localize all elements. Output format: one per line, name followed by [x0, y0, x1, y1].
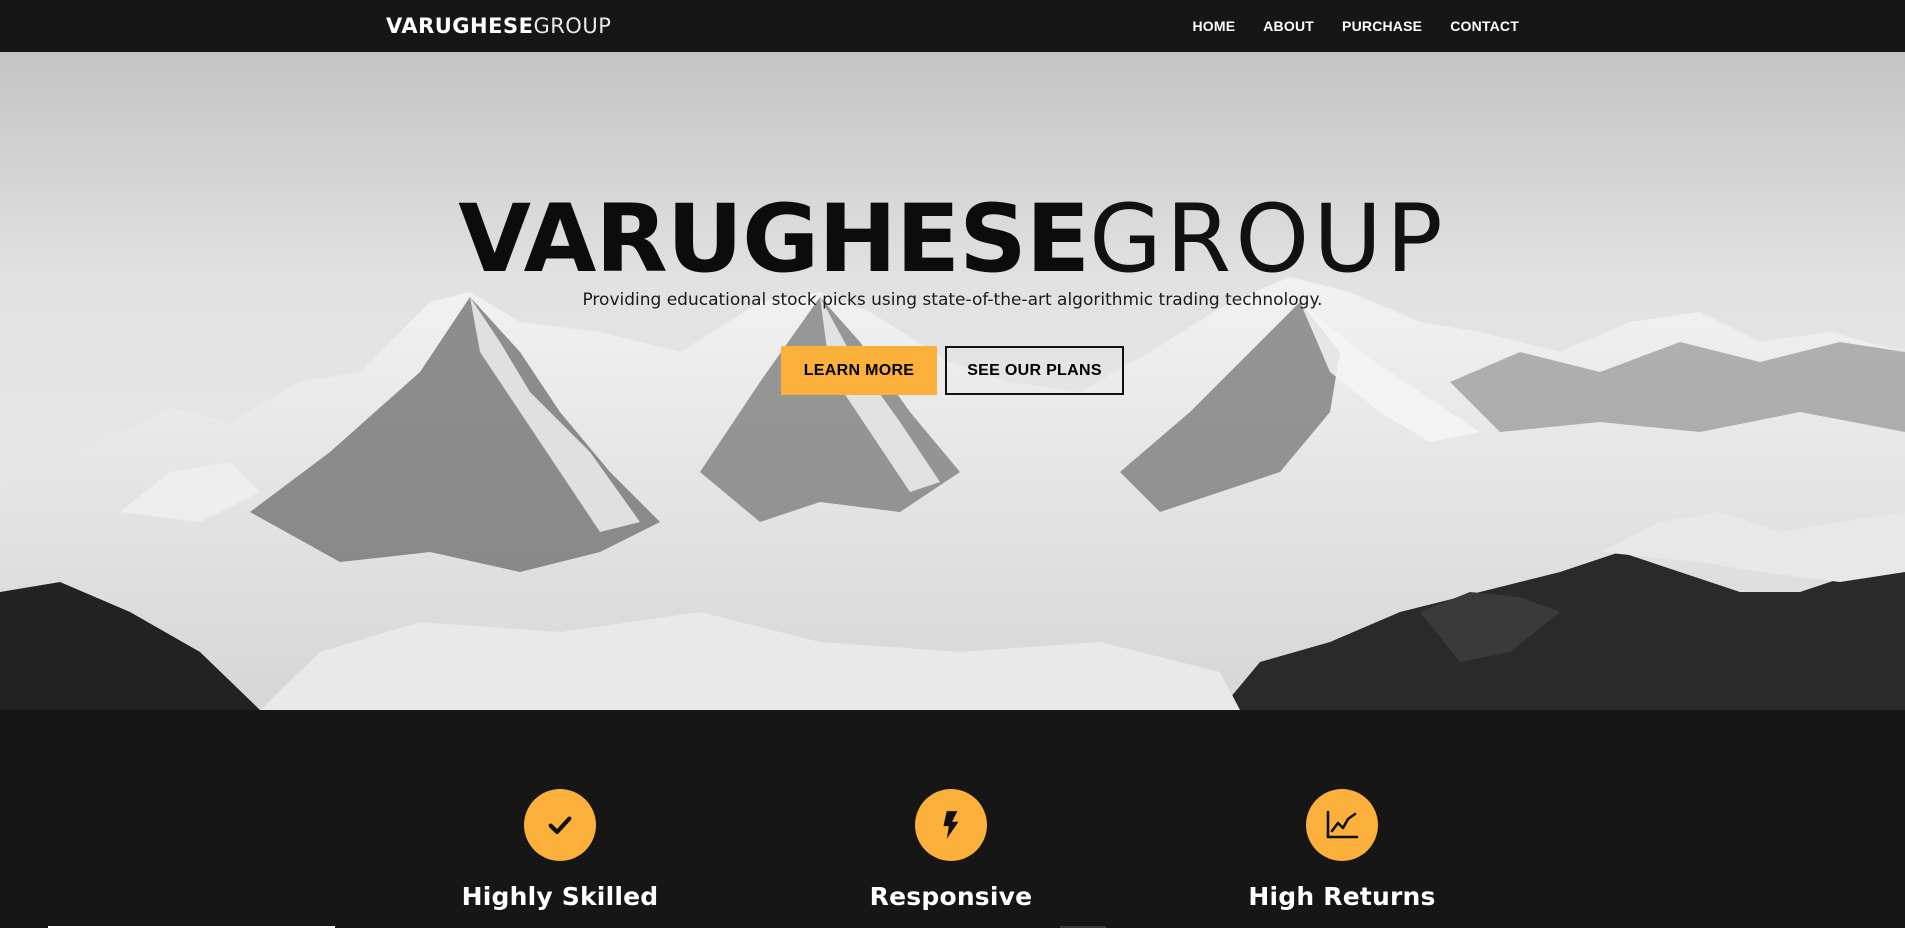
see-our-plans-button[interactable]: SEE OUR PLANS	[945, 346, 1124, 395]
feature-responsive: Responsive	[801, 789, 1101, 911]
check-icon	[524, 789, 596, 861]
hero-section: VARUGHESEGROUP Providing educational sto…	[0, 52, 1905, 710]
top-navbar: VARUGHESEGROUP HOME ABOUT PURCHASE CONTA…	[0, 0, 1905, 52]
chart-line-icon	[1306, 789, 1378, 861]
brand-logo[interactable]: VARUGHESEGROUP	[386, 14, 611, 38]
hero-title-light: GROUP	[1089, 185, 1447, 294]
brand-name-light: GROUP	[533, 14, 612, 38]
main-nav: HOME ABOUT PURCHASE CONTACT	[1192, 0, 1519, 52]
feature-title: High Returns	[1248, 882, 1436, 911]
features-section: Highly Skilled Responsive High Returns	[0, 710, 1905, 928]
feature-title: Highly Skilled	[461, 882, 659, 911]
learn-more-button[interactable]: LEARN MORE	[781, 346, 937, 395]
hero-title-bold: VARUGHESE	[458, 185, 1090, 294]
feature-title: Responsive	[869, 882, 1033, 911]
nav-link-home[interactable]: HOME	[1192, 18, 1235, 34]
feature-highly-skilled: Highly Skilled	[410, 789, 710, 911]
hero-subtitle: Providing educational stock picks using …	[582, 290, 1323, 310]
brand-name-bold: VARUGHESE	[386, 14, 534, 38]
hero-title: VARUGHESEGROUP	[0, 190, 1905, 290]
bolt-icon	[915, 789, 987, 861]
hero-buttons: LEARN MORE SEE OUR PLANS	[0, 346, 1905, 395]
nav-link-purchase[interactable]: PURCHASE	[1342, 18, 1422, 34]
nav-link-contact[interactable]: CONTACT	[1450, 18, 1519, 34]
feature-high-returns: High Returns	[1192, 789, 1492, 911]
nav-link-about[interactable]: ABOUT	[1263, 18, 1314, 34]
